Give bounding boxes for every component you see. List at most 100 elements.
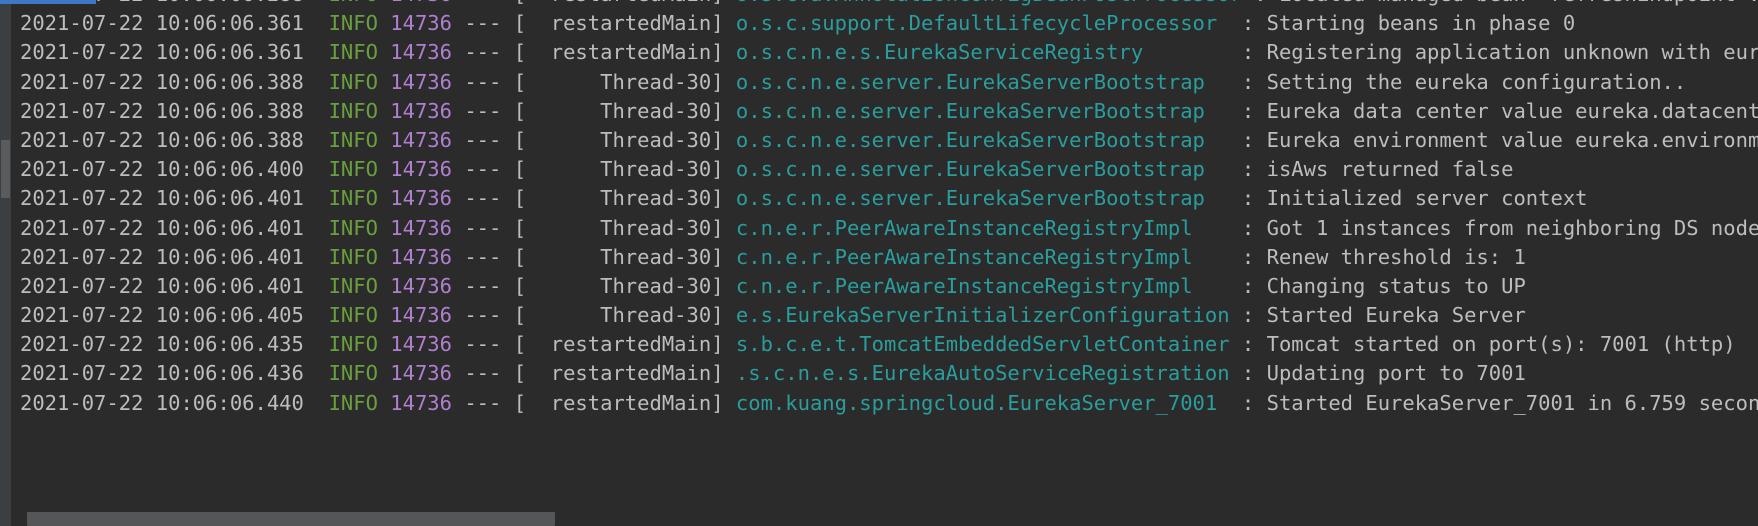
log-logger: o.s.c.n.e.server.EurekaServerBootstrap — [723, 69, 1230, 94]
log-message: Started Eureka Server — [1266, 303, 1526, 328]
log-separator-dashes: --- [ — [452, 127, 527, 152]
log-level: INFO — [328, 303, 391, 328]
log-line[interactable]: 2021-07-22 10:06:06.388 INFO 14736 --- [… — [11, 126, 1758, 155]
log-line[interactable]: 2021-07-22 10:06:06.388 INFO 14736 --- [… — [11, 97, 1758, 126]
log-line[interactable]: 2021-07-22 10:06:06.388 INFO 14736 --- [… — [11, 68, 1758, 97]
log-message: Starting beans in phase 0 — [1266, 11, 1576, 36]
log-line[interactable]: 2021-07-22 10:06:06.361 INFO 14736 --- [… — [11, 38, 1758, 67]
log-level: INFO — [328, 332, 391, 357]
log-separator-dashes: --- [ — [452, 186, 527, 211]
log-thread: Thread-30] — [526, 303, 724, 328]
log-level: INFO — [328, 11, 391, 36]
log-line-clipped[interactable]: 2021-07-22 10:06:06.288 INFO 14736 --- [… — [11, 0, 1758, 9]
log-line[interactable]: 2021-07-22 10:06:06.436 INFO 14736 --- [… — [11, 359, 1758, 388]
log-pid: 14736 — [390, 69, 452, 94]
log-level: INFO — [328, 98, 391, 123]
log-message: Tomcat started on port(s): 7001 (http) — [1266, 332, 1736, 357]
log-line[interactable]: 2021-07-22 10:06:06.401 INFO 14736 --- [… — [11, 184, 1758, 213]
log-line[interactable]: 2021-07-22 10:06:06.405 INFO 14736 --- [… — [11, 301, 1758, 330]
log-message: Changing status to UP — [1266, 273, 1526, 298]
scroll-position-accent — [0, 0, 96, 4]
log-level: INFO — [328, 215, 391, 240]
log-timestamp: 2021-07-22 10:06:06.401 — [20, 186, 329, 211]
log-pid: 14736 — [390, 332, 452, 357]
log-separator-dashes: --- [ — [452, 215, 527, 240]
log-thread: restartedMain] — [526, 11, 724, 36]
log-pid: 14736 — [390, 215, 452, 240]
log-message: isAws returned false — [1266, 157, 1514, 182]
log-level: INFO — [328, 157, 391, 182]
log-level: INFO — [328, 186, 391, 211]
log-logger: com.kuang.springcloud.EurekaServer_7001 — [723, 390, 1230, 415]
log-message-separator: : — [1229, 186, 1267, 211]
log-output-viewport[interactable]: 2021-07-22 10:06:06.288 INFO 14736 --- [… — [11, 0, 1758, 497]
horizontal-scrollbar-thumb[interactable] — [27, 512, 555, 526]
log-message: Updating port to 7001 — [1266, 361, 1526, 386]
log-timestamp: 2021-07-22 10:06:06.440 — [20, 390, 329, 415]
vertical-scrollbar[interactable] — [0, 0, 11, 526]
log-console[interactable]: 2021-07-22 10:06:06.288 INFO 14736 --- [… — [0, 0, 1758, 526]
log-separator-dashes: --- [ — [452, 303, 527, 328]
log-separator-dashes: --- [ — [452, 11, 527, 36]
log-message-separator: : — [1229, 69, 1267, 94]
log-level: INFO — [329, 0, 391, 6]
horizontal-scrollbar[interactable] — [11, 509, 1758, 526]
log-pid: 14736 — [390, 40, 452, 65]
log-timestamp: 2021-07-22 10:06:06.401 — [20, 273, 329, 298]
log-message-separator: : — [1229, 11, 1267, 36]
log-message-separator: : — [1229, 390, 1267, 415]
log-pid: 14736 — [390, 361, 452, 386]
log-logger: e.s.EurekaServerInitializerConfiguration — [723, 303, 1230, 328]
log-pid: 14736 — [390, 186, 452, 211]
log-timestamp: 2021-07-22 10:06:06.401 — [20, 244, 329, 269]
log-pid: 14736 — [390, 98, 452, 123]
log-logger: o.s.c.n.e.server.EurekaServerBootstrap — [723, 157, 1230, 182]
log-pid: 14736 — [390, 0, 452, 6]
log-separator-dashes: --- [ — [452, 361, 527, 386]
log-timestamp: 2021-07-22 10:06:06.388 — [20, 69, 329, 94]
log-message-separator: : — [1229, 361, 1267, 386]
log-message-separator: : — [1242, 0, 1279, 6]
log-message-separator: : — [1229, 244, 1267, 269]
log-message: Registering application unknown with eur… — [1266, 40, 1758, 65]
log-logger: c.n.e.r.PeerAwareInstanceRegistryImpl — [723, 273, 1230, 298]
log-separator-dashes: --- [ — [452, 0, 526, 6]
log-thread: Thread-30] — [526, 98, 724, 123]
log-separator-dashes: --- [ — [452, 69, 527, 94]
log-line[interactable]: 2021-07-22 10:06:06.400 INFO 14736 --- [… — [11, 155, 1758, 184]
log-thread: Thread-30] — [526, 157, 724, 182]
log-logger: o.s.c.n.e.server.EurekaServerBootstrap — [723, 127, 1230, 152]
log-pid: 14736 — [390, 273, 452, 298]
log-thread: restartedMain] — [526, 361, 724, 386]
log-timestamp: 2021-07-22 10:06:06.401 — [20, 215, 329, 240]
log-message-separator: : — [1229, 303, 1267, 328]
log-line[interactable]: 2021-07-22 10:06:06.440 INFO 14736 --- [… — [11, 389, 1758, 418]
log-separator-dashes: --- [ — [452, 390, 527, 415]
log-timestamp: 2021-07-22 10:06:06.388 — [20, 98, 329, 123]
log-timestamp: 2021-07-22 10:06:06.361 — [20, 11, 329, 36]
log-message: Setting the eureka configuration.. — [1266, 69, 1687, 94]
log-line[interactable]: 2021-07-22 10:06:06.401 INFO 14736 --- [… — [11, 243, 1758, 272]
vertical-scrollbar-thumb[interactable] — [1, 140, 10, 198]
log-message-separator: : — [1229, 98, 1267, 123]
log-message: Located managed bean 'refreshEndpoint': … — [1279, 0, 1758, 6]
log-message: Renew threshold is: 1 — [1266, 244, 1526, 269]
log-line[interactable]: 2021-07-22 10:06:06.401 INFO 14736 --- [… — [11, 214, 1758, 243]
log-line[interactable]: 2021-07-22 10:06:06.401 INFO 14736 --- [… — [11, 272, 1758, 301]
log-logger: o.s.c.support.DefaultLifecycleProcessor — [723, 11, 1230, 36]
log-thread: restartedMain] — [526, 0, 724, 6]
log-line[interactable]: 2021-07-22 10:06:06.435 INFO 14736 --- [… — [11, 330, 1758, 359]
log-separator-dashes: --- [ — [452, 157, 527, 182]
log-line[interactable]: 2021-07-22 10:06:06.361 INFO 14736 --- [… — [11, 9, 1758, 38]
log-thread: restartedMain] — [526, 40, 724, 65]
log-timestamp: 2021-07-22 10:06:06.400 — [20, 157, 329, 182]
log-logger: o.s.c.a.AnnotationConfigBeanPostProcesso… — [724, 0, 1242, 6]
log-level: INFO — [328, 361, 391, 386]
log-separator-dashes: --- [ — [452, 98, 527, 123]
log-logger: o.s.c.n.e.s.EurekaServiceRegistry — [723, 40, 1230, 65]
log-pid: 14736 — [390, 11, 452, 36]
log-logger: c.n.e.r.PeerAwareInstanceRegistryImpl — [723, 215, 1230, 240]
log-level: INFO — [328, 273, 391, 298]
log-level: INFO — [328, 127, 391, 152]
log-pid: 14736 — [390, 244, 452, 269]
